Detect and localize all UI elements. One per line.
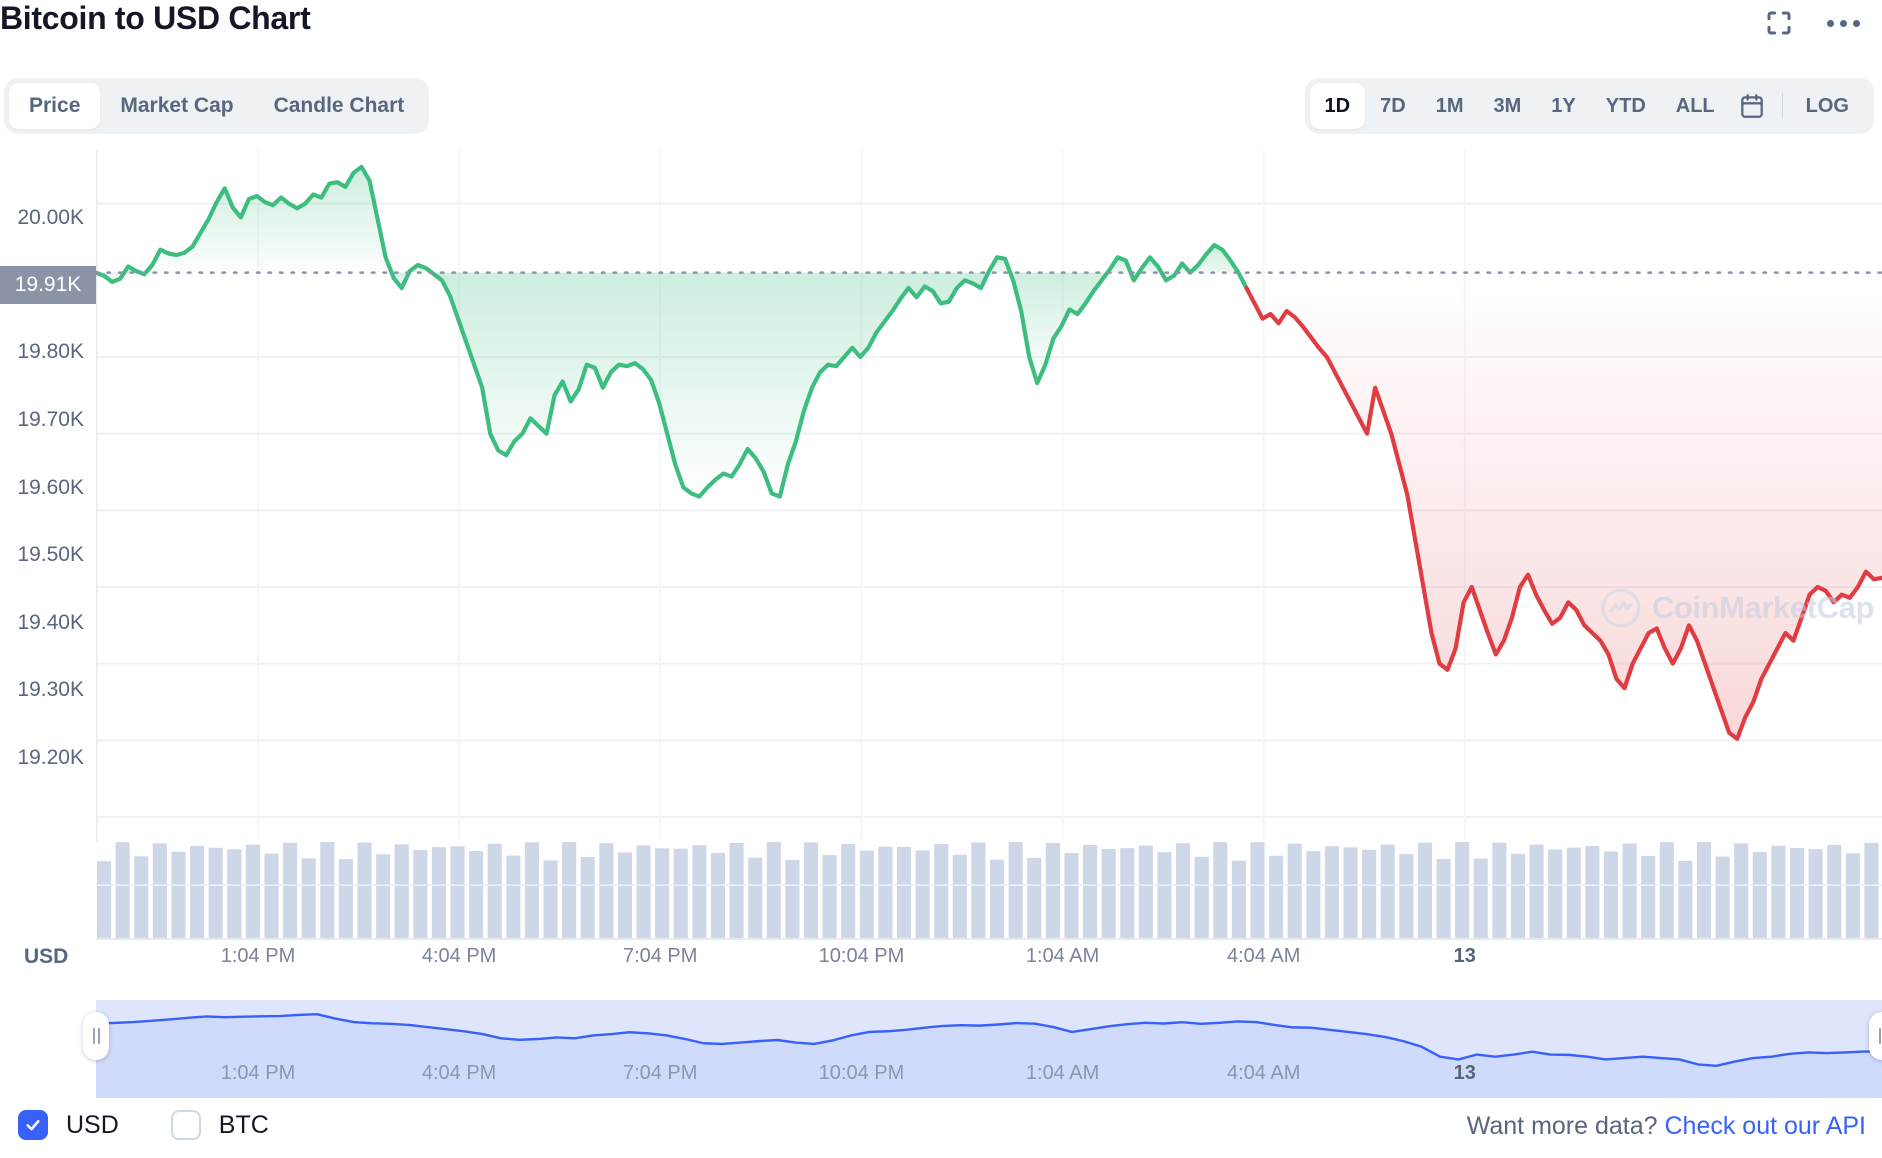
- y-tick-19700: 19.70K: [17, 408, 84, 431]
- range-tabs: 1D 7D 1M 3M 1Y YTD ALL LOG: [1304, 78, 1874, 134]
- y-tick-19400: 19.40K: [17, 611, 84, 634]
- checkbox-btc-box[interactable]: [170, 1110, 201, 1140]
- nav-x-tick-1: 4:04 PM: [421, 1062, 497, 1084]
- chart-type-tabs: Price Market Cap Candle Chart: [4, 78, 430, 134]
- price-chart: 20.00K 19.91K 19.80K 19.70K 19.60K 19.50…: [0, 150, 1882, 1000]
- plot-area[interactable]: CoinMarketCap: [96, 150, 1882, 980]
- nav-x-tick-2: 7:04 PM: [622, 1062, 698, 1084]
- more-options-icon[interactable]: [1826, 6, 1860, 40]
- log-scale-toggle[interactable]: LOG: [1791, 83, 1864, 129]
- tab-candle-chart[interactable]: Candle Chart: [254, 83, 425, 129]
- x-tick-0: 1:04 PM: [220, 945, 296, 967]
- calendar-icon[interactable]: [1730, 83, 1774, 129]
- y-tick-19600: 19.60K: [17, 476, 84, 499]
- x-tick-2: 7:04 PM: [622, 945, 698, 967]
- y-axis-currency-label: USD: [24, 945, 69, 968]
- api-prompt: Want more data? Check out our API: [1467, 1112, 1866, 1141]
- api-prompt-text: Want more data?: [1466, 1112, 1665, 1140]
- x-tick-3: 10:04 PM: [818, 945, 905, 967]
- range-1m[interactable]: 1M: [1421, 83, 1479, 129]
- range-ytd[interactable]: YTD: [1591, 83, 1661, 129]
- nav-x-tick-4: 1:04 AM: [1025, 1062, 1100, 1084]
- toolbar-divider: [1781, 93, 1783, 119]
- chart-footer: USD BTC Want more data? Check out our AP…: [0, 1100, 1882, 1158]
- y-tick-19200: 19.20K: [17, 746, 84, 769]
- tab-price[interactable]: Price: [9, 83, 101, 129]
- header-actions: [1762, 6, 1860, 40]
- current-price-badge: 19.91K: [0, 266, 96, 304]
- price-line-svg: [96, 150, 1882, 940]
- y-axis: 20.00K 19.91K 19.80K 19.70K 19.60K 19.50…: [0, 150, 96, 980]
- page-title: Bitcoin to USD Chart: [0, 0, 311, 36]
- nav-x-tick-3: 10:04 PM: [818, 1062, 905, 1084]
- tab-market-cap[interactable]: Market Cap: [100, 83, 253, 129]
- range-3m[interactable]: 3M: [1479, 83, 1537, 129]
- x-tick-6: 13: [1453, 945, 1476, 967]
- range-1y[interactable]: 1Y: [1536, 83, 1590, 129]
- navigator-handle-left[interactable]: [83, 1012, 109, 1060]
- chart-navigator[interactable]: 1:04 PM 4:04 PM 7:04 PM 10:04 PM 1:04 AM…: [83, 1000, 1882, 1098]
- api-link[interactable]: Check out our API: [1664, 1112, 1866, 1140]
- bitcoin-chart-page: Bitcoin to USD Chart Price Market Cap Ca…: [0, 0, 1882, 1158]
- x-tick-5: 4:04 AM: [1226, 945, 1301, 967]
- nav-x-tick-5: 4:04 AM: [1226, 1062, 1301, 1084]
- range-1d[interactable]: 1D: [1309, 83, 1366, 129]
- x-axis: 1:04 PM 4:04 PM 7:04 PM 10:04 PM 1:04 AM…: [96, 945, 1882, 985]
- currency-toggles: USD BTC: [18, 1110, 269, 1140]
- y-tick-19300: 19.30K: [17, 678, 84, 701]
- navigator-handle-right[interactable]: [1869, 1012, 1882, 1060]
- range-all[interactable]: ALL: [1661, 83, 1730, 129]
- checkbox-btc-label: BTC: [218, 1110, 269, 1139]
- checkbox-usd-box[interactable]: [18, 1110, 48, 1140]
- navigator-x-axis: 1:04 PM 4:04 PM 7:04 PM 10:04 PM 1:04 AM…: [96, 1062, 1882, 1090]
- x-tick-4: 1:04 AM: [1025, 945, 1100, 967]
- checkbox-usd-label: USD: [66, 1110, 119, 1139]
- y-tick-20000: 20.00K: [17, 206, 84, 229]
- nav-x-tick-0: 1:04 PM: [220, 1062, 296, 1084]
- y-tick-19500: 19.50K: [17, 543, 84, 566]
- nav-x-tick-6: 13: [1453, 1062, 1476, 1084]
- range-7d[interactable]: 7D: [1365, 83, 1421, 129]
- x-tick-1: 4:04 PM: [421, 945, 497, 967]
- checkbox-usd[interactable]: USD: [18, 1110, 119, 1140]
- check-icon: [26, 1119, 40, 1131]
- y-tick-19800: 19.80K: [17, 340, 84, 363]
- expand-icon[interactable]: [1762, 6, 1796, 40]
- checkbox-btc[interactable]: BTC: [170, 1110, 269, 1140]
